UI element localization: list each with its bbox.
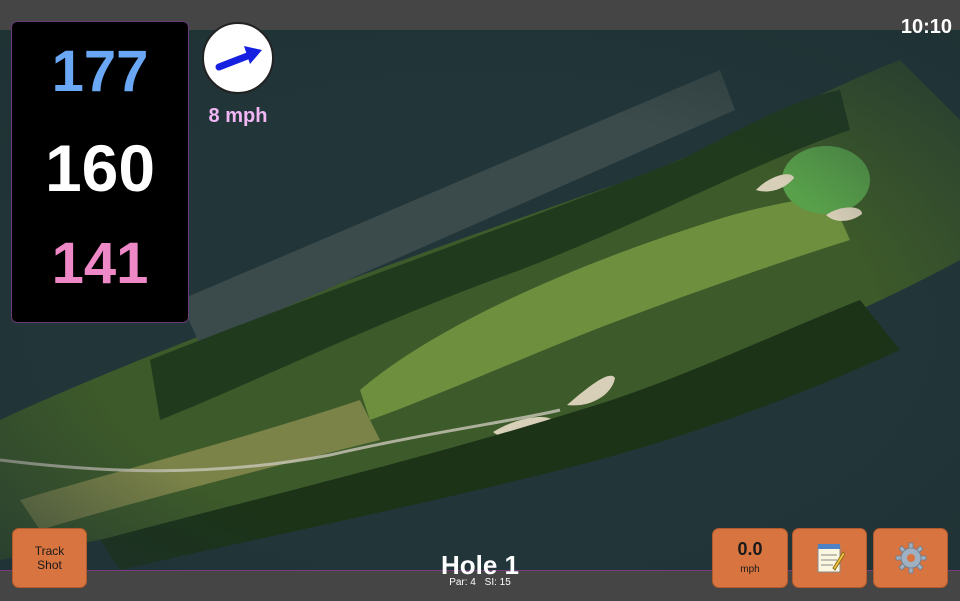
wind-indicator [202, 22, 274, 94]
wind-arrow-icon [215, 46, 262, 71]
hole-par: Par: 4 [449, 577, 476, 588]
speed-button[interactable]: 0.0 mph [712, 528, 788, 588]
distance-panel: 177 160 141 [11, 21, 189, 323]
track-shot-button[interactable]: Track Shot [12, 528, 87, 588]
hole-stroke-index: SI: 15 [484, 577, 511, 588]
speed-unit: mph [740, 564, 760, 575]
track-shot-label-1: Track [34, 544, 65, 558]
track-shot-label-2: Shot [37, 558, 62, 572]
notes-button[interactable] [792, 528, 867, 588]
wind-speed: 8 mph [208, 105, 268, 127]
settings-button[interactable] [873, 528, 948, 588]
clock: 10:10 [900, 16, 952, 38]
back-distance: 177 [51, 39, 149, 104]
notepad-icon [817, 544, 845, 573]
hole-info: Par: 4 SI: 15 [380, 577, 580, 588]
speed-value: 0.0 [737, 539, 763, 559]
middle-distance: 160 [44, 131, 156, 205]
front-distance: 141 [51, 231, 149, 296]
gear-icon [895, 542, 926, 574]
